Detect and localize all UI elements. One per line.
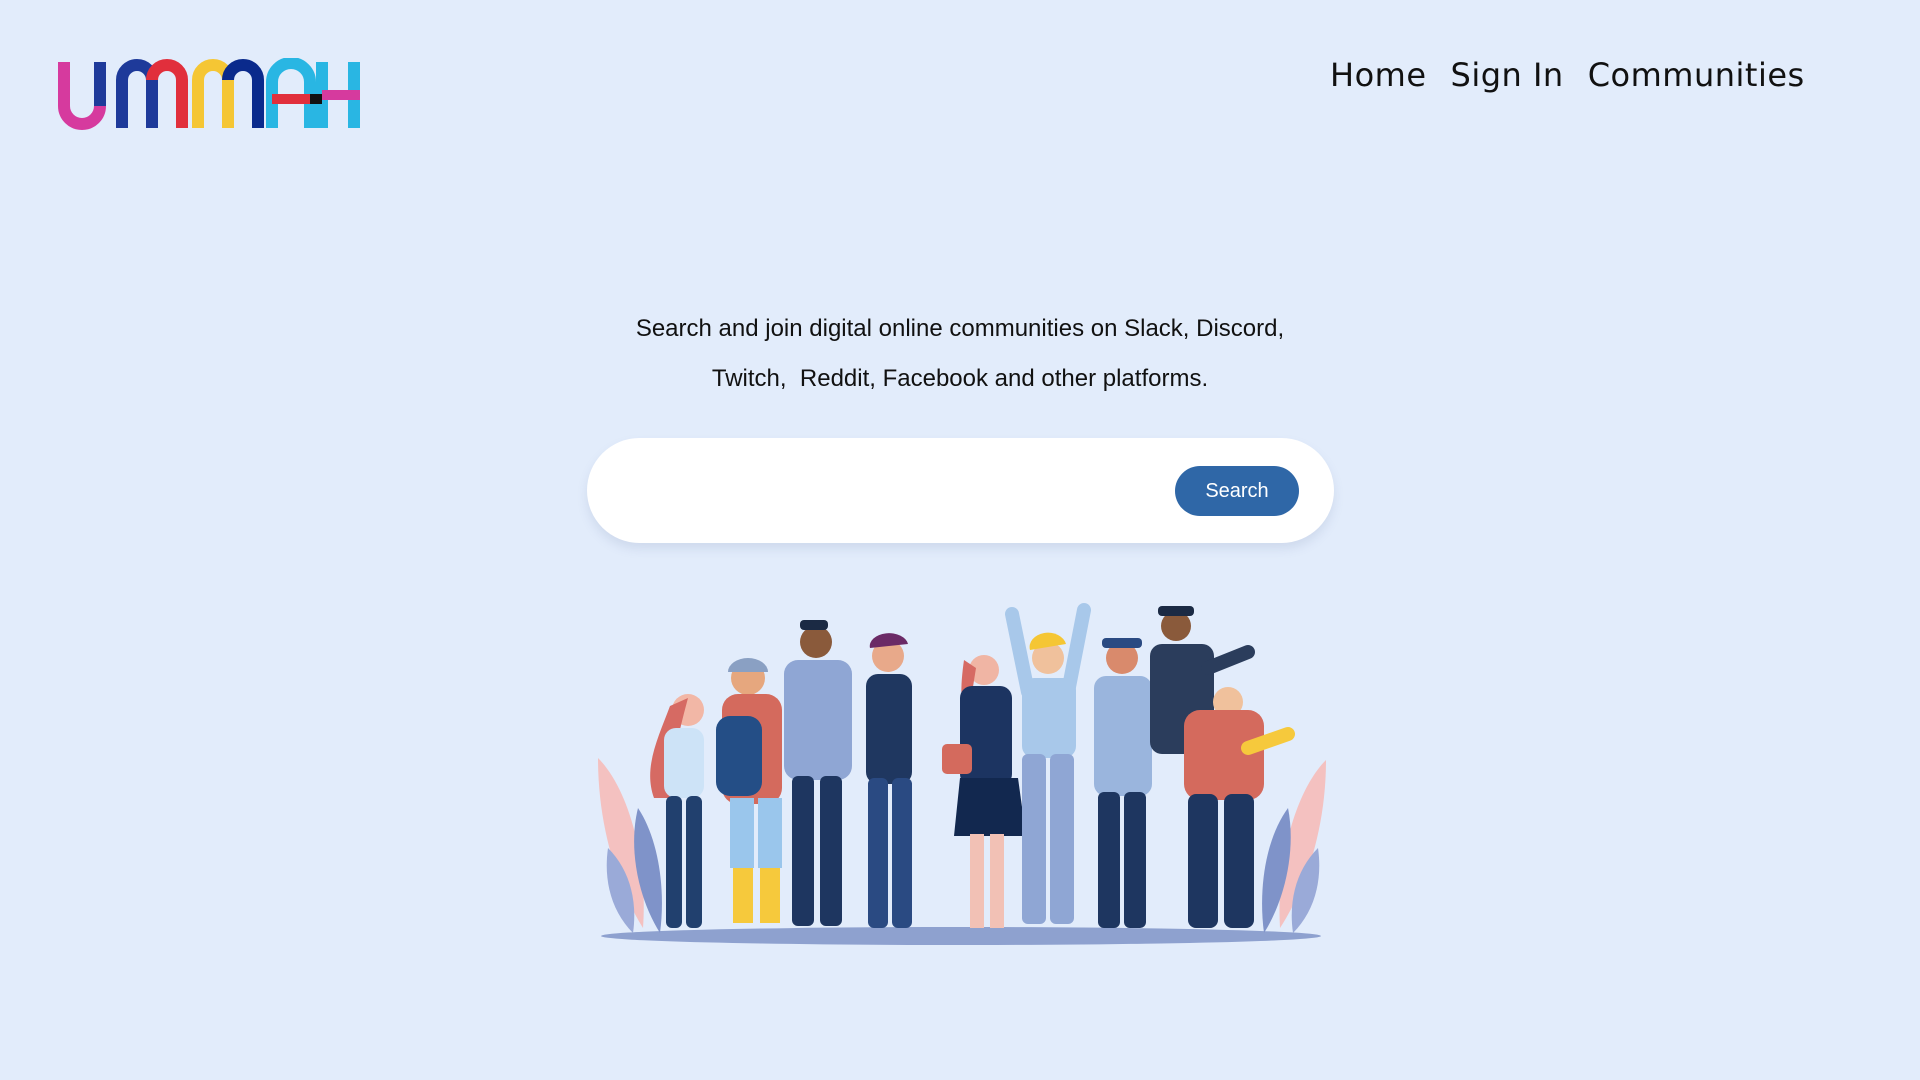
search-input[interactable] [627,466,1251,516]
hero-tagline-line-1: Search and join digital online communiti… [635,315,1285,342]
hero-tagline-line-2: Twitch, Reddit, Facebook and other platf… [711,365,1209,392]
page: Home Sign In Communities Search and join… [0,0,1920,1080]
top-nav: Home Sign In Communities [1330,56,1805,94]
group-of-people-illustration [598,603,1326,945]
search-button[interactable]: Search [1175,466,1299,516]
ummah-logo[interactable] [58,58,363,130]
search-bar: Search [587,438,1334,543]
nav-home-link[interactable]: Home [1330,56,1427,94]
nav-sign-in-link[interactable]: Sign In [1451,56,1564,94]
hero-tagline: Search and join digital online communiti… [560,304,1360,404]
nav-communities-link[interactable]: Communities [1588,56,1805,94]
